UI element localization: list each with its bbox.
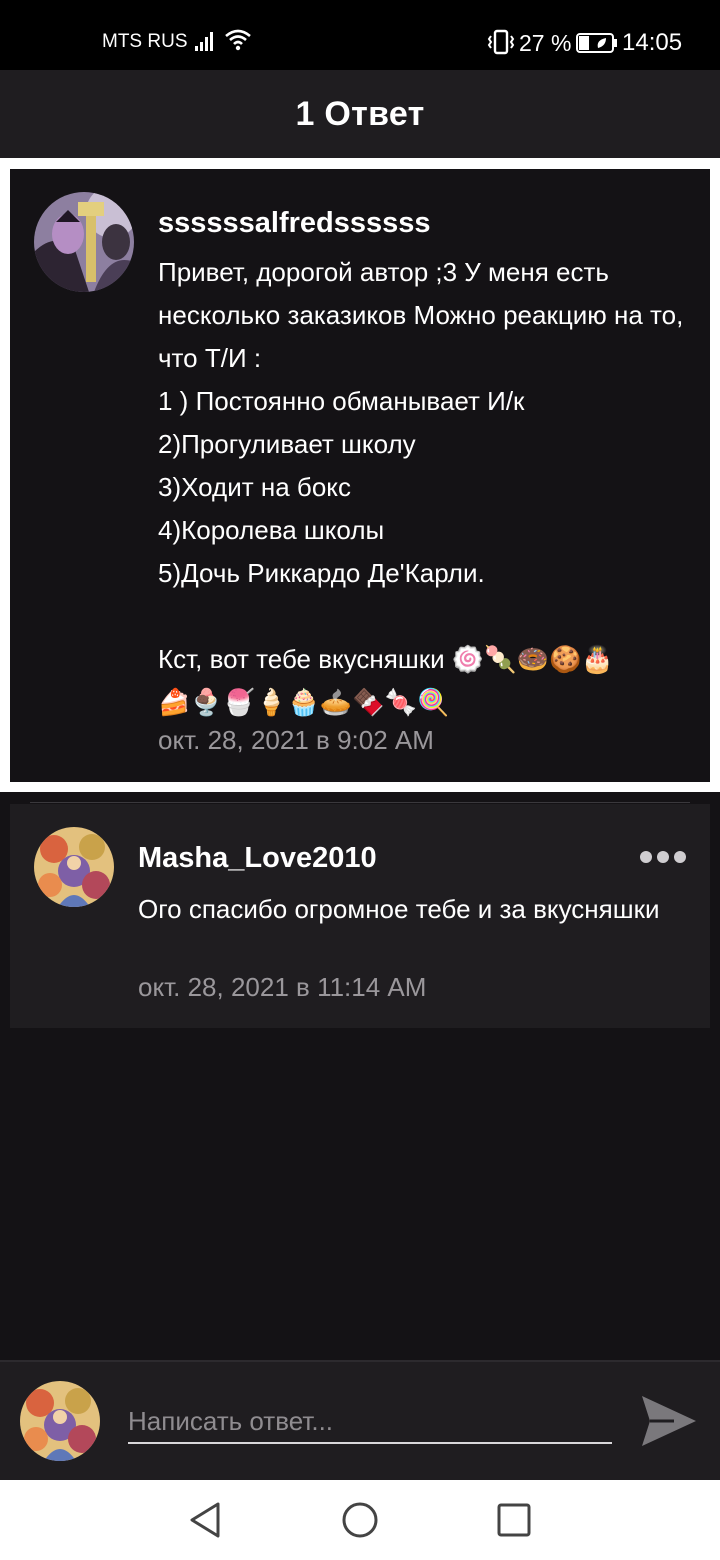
carrier-label: MTS RUS: [102, 31, 188, 52]
page-title: 1 Ответ: [295, 94, 425, 133]
more-options-icon[interactable]: [640, 848, 686, 866]
divider: [30, 802, 690, 803]
avatar-image: [34, 192, 134, 292]
avatar[interactable]: [34, 192, 134, 292]
vibrate-icon: [487, 29, 515, 55]
back-triangle-icon[interactable]: [186, 1500, 226, 1540]
avatar-image: [34, 827, 114, 907]
app-header: 1 Ответ: [0, 70, 720, 158]
reply-input[interactable]: [128, 1400, 612, 1444]
comment-text: Привет, дорогой автор ;3 У меня есть нес…: [158, 257, 684, 717]
reply-item: Masha_Love2010 Ого спасибо огромное тебе…: [10, 804, 710, 1028]
reply-timestamp: окт. 28, 2021 в 11:14 AM: [138, 972, 427, 1002]
status-bar: MTS RUS 27 % 14:05: [0, 0, 720, 70]
recents-square-icon[interactable]: [494, 1500, 534, 1540]
more-dot: [657, 851, 669, 863]
comment-username[interactable]: ssssssalfredssssss: [158, 207, 431, 240]
reply-text: Ого спасибо огромное тебе и за вкусняшки: [138, 894, 660, 924]
avatar[interactable]: [34, 827, 114, 907]
replies-list: Masha_Love2010 Ого спасибо огромное тебе…: [0, 792, 720, 1360]
reply-username[interactable]: Masha_Love2010: [138, 842, 377, 875]
signal-icon: [195, 32, 213, 51]
current-user-avatar: [20, 1381, 100, 1461]
system-nav-bar: [0, 1480, 720, 1560]
send-icon[interactable]: [640, 1392, 698, 1450]
comment-timestamp: окт. 28, 2021 в 9:02 AM: [158, 725, 434, 755]
more-dot: [674, 851, 686, 863]
battery-percent: 27 %: [519, 30, 572, 56]
reply-composer: [0, 1360, 720, 1480]
wifi-icon: [225, 29, 251, 51]
more-dot: [640, 851, 652, 863]
page: MTS RUS 27 % 14:05 1 Ответ ssssssalfreds…: [0, 0, 720, 1560]
clock: 14:05: [622, 29, 683, 56]
avatar-image: [20, 1381, 100, 1461]
original-comment: ssssssalfredssssss Привет, дорогой автор…: [10, 169, 710, 782]
battery-icon: [576, 33, 617, 53]
home-circle-icon[interactable]: [340, 1500, 380, 1540]
